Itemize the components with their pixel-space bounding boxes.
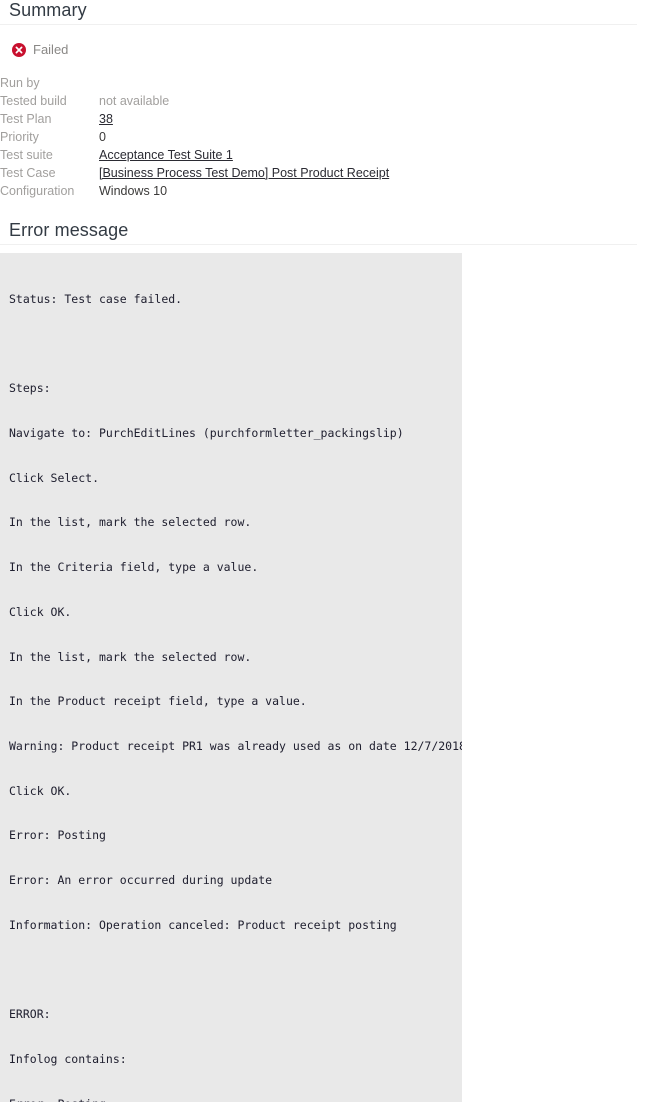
table-row: Test Case [Business Process Test Demo] P… xyxy=(0,164,389,182)
test-run-summary-page: Summary Failed Run by Tested build not a… xyxy=(0,0,650,1102)
detail-label-test-suite: Test suite xyxy=(0,148,53,162)
log-line: Click OK. xyxy=(9,783,72,798)
detail-label-run-by: Run by xyxy=(0,76,40,90)
log-line: Error: Posting xyxy=(9,1097,462,1102)
detail-label-configuration: Configuration xyxy=(0,184,75,198)
detail-value-configuration: Windows 10 xyxy=(99,184,168,198)
table-row: Run by xyxy=(0,74,389,92)
table-row: Configuration Windows 10 xyxy=(0,182,389,200)
log-line: Click Select. xyxy=(9,470,100,485)
log-line: Error: An error occurred during update xyxy=(9,873,273,888)
test-plan-link[interactable]: 38 xyxy=(99,112,113,126)
log-line: Click OK. xyxy=(9,604,72,619)
log-line: Warning: Product receipt PR1 was already… xyxy=(9,738,462,753)
log-line: In the Product receipt field, type a val… xyxy=(9,694,307,709)
detail-label-test-case: Test Case xyxy=(0,166,56,180)
detail-value-priority: 0 xyxy=(99,130,106,144)
log-line: Navigate to: PurchEditLines (purchformle… xyxy=(9,425,404,440)
test-details-table: Run by Tested build not available Test P… xyxy=(0,74,389,200)
failed-circle-x-icon xyxy=(12,43,26,57)
test-suite-link[interactable]: Acceptance Test Suite 1 xyxy=(99,148,233,162)
table-row: Test Plan 38 xyxy=(0,110,389,128)
log-line: Error: Posting xyxy=(9,828,106,843)
log-line: Information: Operation canceled: Product… xyxy=(9,917,397,932)
error-message-section: Error message Status: Test case failed. … xyxy=(0,220,650,1102)
detail-label-tested-build: Tested build xyxy=(0,94,67,108)
log-line: Steps: xyxy=(9,381,51,396)
error-message-heading: Error message xyxy=(9,220,129,240)
log-line: Infolog contains: xyxy=(9,1052,127,1066)
test-case-link[interactable]: [Business Process Test Demo] Post Produc… xyxy=(99,166,389,180)
detail-label-test-plan: Test Plan xyxy=(0,112,52,126)
table-row: Priority 0 xyxy=(0,128,389,146)
summary-section: Summary Failed Run by Tested build not a… xyxy=(0,0,650,200)
log-line: ERROR: xyxy=(9,1007,51,1022)
summary-heading: Summary xyxy=(9,0,87,20)
detail-value-test-plan: 38 xyxy=(99,110,389,128)
table-row: Test suite Acceptance Test Suite 1 xyxy=(0,146,389,164)
error-message-log[interactable]: Status: Test case failed. Steps: Navigat… xyxy=(0,253,462,1102)
log-line: Status: Test case failed. xyxy=(9,291,183,306)
log-line: In the list, mark the selected row. xyxy=(9,515,252,530)
test-outcome: Failed xyxy=(0,25,650,62)
detail-value-tested-build: not available xyxy=(99,94,170,108)
detail-label-priority: Priority xyxy=(0,130,39,144)
detail-value-test-suite: Acceptance Test Suite 1 xyxy=(99,146,389,164)
log-line: In the Criteria field, type a value. xyxy=(9,560,259,575)
table-row: Tested build not available xyxy=(0,92,389,110)
detail-value-test-case: [Business Process Test Demo] Post Produc… xyxy=(99,164,389,182)
error-message-divider xyxy=(0,244,637,245)
log-line: In the list, mark the selected row. xyxy=(9,649,252,664)
status-badge: Failed xyxy=(33,42,69,57)
detail-value-run-by xyxy=(99,74,389,92)
